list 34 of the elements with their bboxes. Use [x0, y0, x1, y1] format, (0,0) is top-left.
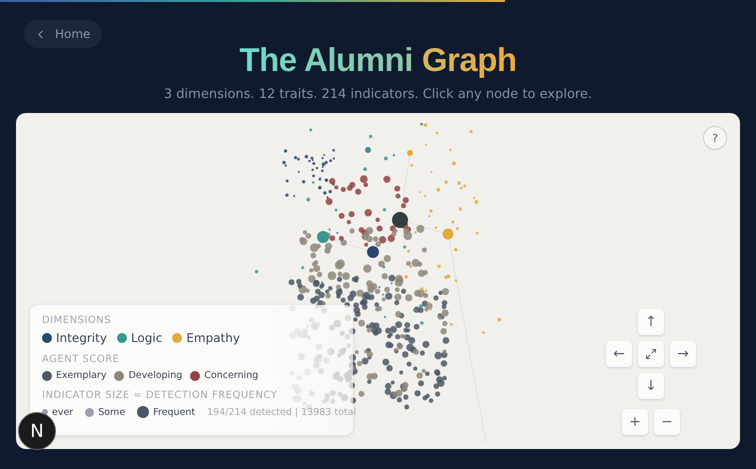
node-cluster[interactable]: [254, 122, 424, 325]
legend-label: Empathy: [186, 331, 240, 345]
help-button[interactable]: ?: [703, 126, 727, 150]
graph-node[interactable]: [407, 150, 413, 156]
expand-icon: [645, 348, 657, 360]
legend-heading: DIMENSIONS: [42, 315, 112, 326]
legend-heading: AGENT SCORE: [42, 354, 120, 365]
fit-view-button[interactable]: [638, 341, 664, 367]
legend-label: Exemplary: [56, 370, 106, 381]
page-subtitle: 3 dimensions. 12 traits. 214 indicators. Click any node to explore.: [164, 87, 592, 103]
graph-node[interactable]: [317, 231, 329, 243]
size-dot: [137, 406, 150, 418]
node-cluster[interactable]: [404, 123, 502, 334]
pan-up-button[interactable]: ↑: [638, 309, 664, 335]
legend-label: Frequent: [153, 406, 196, 418]
detection-stats: 194/214 detected | 13983 total: [207, 406, 356, 418]
home-button[interactable]: Home: [24, 20, 102, 48]
zoom-out-button[interactable]: −: [654, 409, 680, 435]
pan-right-button[interactable]: →: [670, 341, 696, 367]
zoom-in-button[interactable]: +: [622, 409, 648, 435]
legend-label: Developing: [128, 370, 182, 381]
legend-label: Concerning: [204, 370, 258, 381]
graph-node[interactable]: [367, 246, 379, 258]
node-cluster[interactable]: [282, 148, 336, 198]
pan-left-button[interactable]: ←: [606, 341, 632, 367]
legend-label: Some: [98, 406, 126, 418]
graph-node[interactable]: [392, 212, 408, 228]
legend-label: Integrity: [56, 331, 107, 345]
pan-down-button[interactable]: ↓: [638, 373, 664, 399]
legend-label: Logic: [130, 331, 162, 345]
graph-node[interactable]: [442, 228, 454, 240]
size-dot: [85, 408, 94, 416]
legend-heading: INDICATOR SIZE = DETECTION FREQUENCY: [42, 390, 278, 401]
graph-node[interactable]: [365, 147, 371, 153]
